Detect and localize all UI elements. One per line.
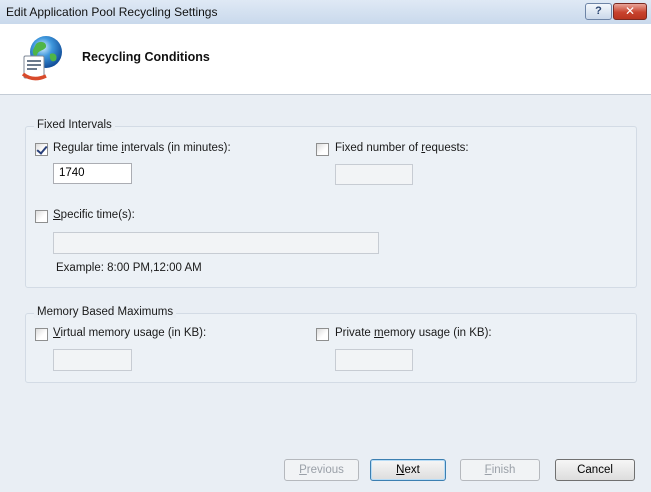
virtual-memory-label: Virtual memory usage (in KB): [53, 327, 207, 339]
group-title-fixed-intervals: Fixed Intervals [34, 119, 115, 131]
page-title: Recycling Conditions [82, 50, 210, 64]
cancel-button[interactable]: Cancel [555, 459, 635, 481]
private-memory-checkbox[interactable] [316, 328, 329, 341]
wizard-header: Recycling Conditions [0, 24, 651, 95]
recycle-settings-icon [20, 34, 66, 82]
next-button[interactable]: Next [370, 459, 446, 481]
memory-maximums-group: Memory Based Maximums [25, 306, 637, 383]
previous-button[interactable]: Previous [284, 459, 359, 481]
private-memory-input[interactable] [335, 349, 413, 371]
group-title-memory: Memory Based Maximums [34, 306, 177, 318]
close-button[interactable]: ✕ [613, 3, 647, 20]
fixed-requests-input[interactable] [335, 164, 413, 185]
virtual-memory-input[interactable] [53, 349, 132, 371]
regular-intervals-input[interactable]: 1740 [53, 163, 132, 184]
specific-times-example: Example: 8:00 PM,12:00 AM [56, 262, 202, 274]
fixed-requests-checkbox[interactable] [316, 143, 329, 156]
fixed-requests-label: Fixed number of requests: [335, 142, 469, 154]
regular-intervals-label: Regular time intervals (in minutes): [53, 142, 231, 154]
help-button[interactable]: ? [585, 3, 612, 20]
virtual-memory-checkbox[interactable] [35, 328, 48, 341]
specific-times-input[interactable] [53, 232, 379, 254]
specific-times-label: Specific time(s): [53, 209, 135, 221]
regular-intervals-checkbox[interactable] [35, 143, 48, 156]
window-title: Edit Application Pool Recycling Settings [6, 5, 218, 19]
title-bar: Edit Application Pool Recycling Settings… [0, 0, 651, 25]
private-memory-label: Private memory usage (in KB): [335, 327, 492, 339]
specific-times-checkbox[interactable] [35, 210, 48, 223]
finish-button[interactable]: Finish [460, 459, 540, 481]
